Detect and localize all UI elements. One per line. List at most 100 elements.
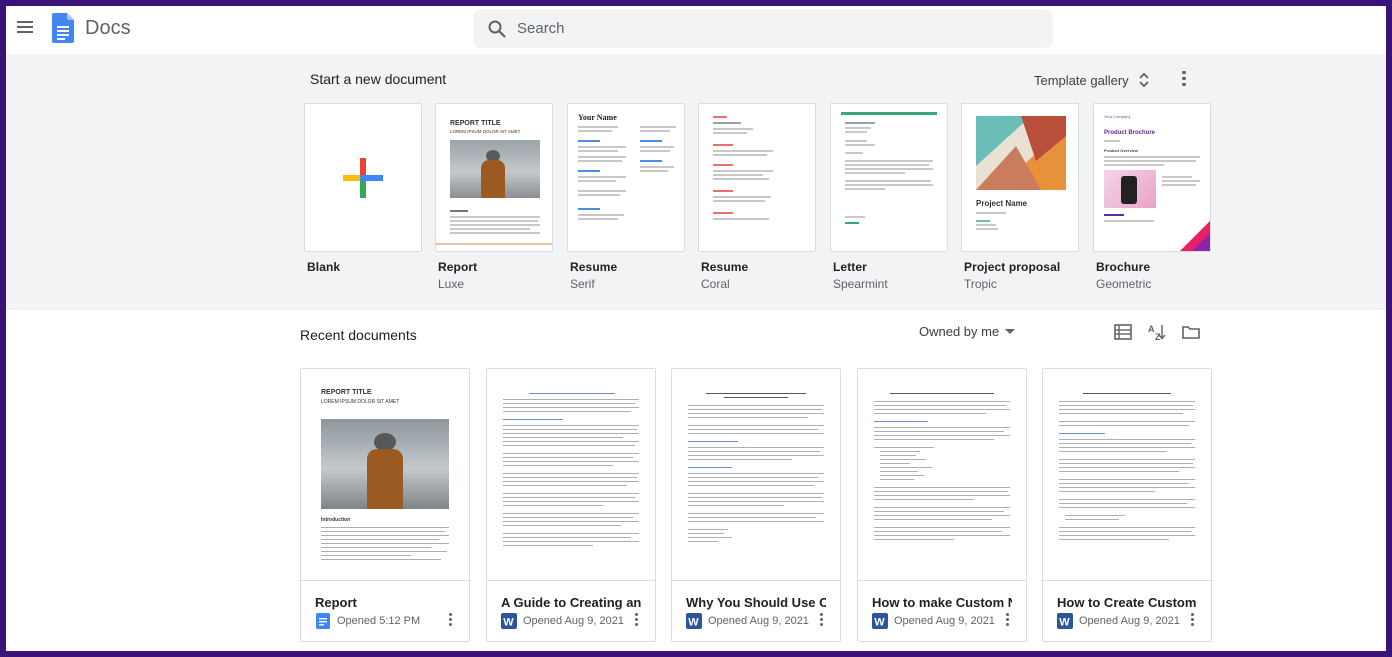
template-resume-coral[interactable]: Resume Coral — [698, 103, 816, 291]
template-name: Report — [438, 260, 478, 274]
svg-text:W: W — [1059, 617, 1070, 629]
template-name: Letter — [833, 260, 867, 274]
document-more-options-icon[interactable] — [999, 611, 1015, 631]
recent-documents-title: Recent documents — [300, 327, 417, 343]
document-opened-time: Opened Aug 9, 2021 — [708, 615, 809, 627]
template-style: Luxe — [438, 277, 465, 291]
caret-down-icon — [1005, 329, 1016, 334]
document-thumbnail[interactable] — [858, 369, 1026, 581]
document-meta: Opened 5:12 PM — [315, 613, 420, 629]
thumb-photo — [321, 419, 449, 509]
thumb-report-title: REPORT TITLE — [321, 389, 372, 396]
document-thumbnail[interactable] — [487, 369, 655, 581]
template-gallery-button[interactable]: Template gallery — [1034, 68, 1151, 92]
template-project-proposal-tropic[interactable]: Project Name Project proposal Tropic — [961, 103, 1079, 291]
template-style: Coral — [701, 277, 730, 291]
template-name: Project proposal — [964, 260, 1061, 274]
google-docs-icon — [316, 613, 330, 629]
template-thumbnail[interactable] — [304, 103, 422, 252]
document-thumbnail[interactable] — [672, 369, 840, 581]
template-style: Serif — [570, 277, 595, 291]
recent-document-card[interactable]: REPORT TITLE LOREM IPSUM DOLOR SIT AMET … — [300, 368, 470, 642]
thumb-resume-name: Your Name — [578, 113, 617, 122]
recent-document-card[interactable]: How to Create Custom Vinyl Stickers W Op… — [1042, 368, 1212, 642]
word-file-icon: W — [686, 613, 702, 629]
word-file-icon: W — [872, 613, 888, 629]
app-title[interactable]: Docs — [85, 17, 131, 40]
thumb-corner-decoration — [1180, 221, 1210, 251]
template-gallery-label: Template gallery — [1034, 72, 1129, 88]
document-opened-time: Opened Aug 9, 2021 — [1079, 615, 1180, 627]
template-name: Blank — [307, 260, 341, 274]
document-more-options-icon[interactable] — [442, 611, 458, 631]
recent-document-card[interactable]: A Guide to Creating and Using Custom Nai… — [486, 368, 656, 642]
document-title[interactable]: Why You Should Use Custom Nail Stickers — [686, 595, 826, 610]
app-window: Docs Start a new document Template galle… — [6, 6, 1386, 651]
template-thumbnail[interactable]: Your Company Product Brochure Product Ov… — [1093, 103, 1211, 252]
document-more-options-icon[interactable] — [813, 611, 829, 631]
recent-document-card[interactable]: Why You Should Use Custom Nail Stickers … — [671, 368, 841, 642]
docs-logo-icon[interactable] — [52, 13, 74, 43]
thumb-company: Your Company — [1104, 114, 1131, 119]
owner-filter-dropdown[interactable]: Owned by me — [919, 324, 1016, 339]
document-meta: W Opened Aug 9, 2021 — [1057, 613, 1180, 629]
thumb-report-subtitle: LOREM IPSUM DOLOR SIT AMET — [321, 399, 400, 405]
thumb-overview: Product Overview — [1104, 148, 1139, 153]
document-title[interactable]: A Guide to Creating and Using Custom Nai… — [501, 595, 641, 610]
template-name: Brochure — [1096, 260, 1151, 274]
svg-text:A: A — [1148, 324, 1155, 334]
document-opened-time: Opened Aug 9, 2021 — [894, 615, 995, 627]
template-report-luxe[interactable]: REPORT TITLE LOREM IPSUM DOLOR SIT AMET … — [435, 103, 553, 291]
thumb-report-subtitle: LOREM IPSUM DOLOR SIT AMET — [450, 129, 521, 134]
svg-text:W: W — [503, 617, 514, 629]
more-options-icon[interactable] — [1176, 68, 1192, 90]
document-thumbnail[interactable] — [1043, 369, 1211, 581]
thumb-report-title: REPORT TITLE — [450, 120, 501, 127]
template-letter-spearmint[interactable]: Letter Spearmint — [830, 103, 948, 291]
document-title[interactable]: How to make Custom Nail Stickers — [872, 595, 1012, 610]
template-brochure-geometric[interactable]: Your Company Product Brochure Product Ov… — [1093, 103, 1211, 291]
sort-az-icon[interactable]: A Z — [1147, 322, 1167, 342]
main-menu-icon[interactable] — [14, 17, 36, 39]
template-blank[interactable]: Blank — [304, 103, 422, 274]
template-style: Geometric — [1096, 277, 1152, 291]
recent-document-card[interactable]: How to make Custom Nail Stickers W Opene… — [857, 368, 1027, 642]
template-thumbnail[interactable] — [698, 103, 816, 252]
thumb-project-name: Project Name — [976, 199, 1028, 208]
start-new-document-title: Start a new document — [310, 71, 447, 87]
document-meta: W Opened Aug 9, 2021 — [501, 613, 624, 629]
template-name: Resume — [701, 260, 749, 274]
search-icon[interactable] — [487, 19, 507, 39]
svg-text:W: W — [874, 617, 885, 629]
document-thumbnail[interactable]: REPORT TITLE LOREM IPSUM DOLOR SIT AMET … — [301, 369, 469, 581]
document-title[interactable]: Report — [315, 595, 455, 610]
search-bar[interactable] — [473, 9, 1053, 48]
template-name: Resume — [570, 260, 618, 274]
document-more-options-icon[interactable] — [628, 611, 644, 631]
thumb-photo — [450, 140, 540, 198]
template-style: Tropic — [964, 277, 997, 291]
templates-section: Start a new document Template gallery Bl… — [6, 54, 1386, 310]
document-opened-time: Opened 5:12 PM — [337, 615, 421, 627]
template-resume-serif[interactable]: Your Name Resume Serif — [567, 103, 685, 291]
template-thumbnail[interactable]: Your Name — [567, 103, 685, 252]
document-title[interactable]: How to Create Custom Vinyl Stickers — [1057, 595, 1197, 610]
template-thumbnail[interactable]: REPORT TITLE LOREM IPSUM DOLOR SIT AMET — [435, 103, 553, 252]
document-meta: W Opened Aug 9, 2021 — [686, 613, 809, 629]
document-more-options-icon[interactable] — [1184, 611, 1200, 631]
document-meta: W Opened Aug 9, 2021 — [872, 613, 995, 629]
thumb-brochure-title: Product Brochure — [1104, 130, 1156, 136]
list-view-icon[interactable] — [1113, 322, 1133, 342]
folder-icon[interactable] — [1181, 322, 1201, 342]
word-file-icon: W — [1057, 613, 1073, 629]
thumb-geometric-art — [976, 116, 1066, 190]
owner-filter-label: Owned by me — [919, 324, 1000, 339]
thumb-report-intro: Introduction — [321, 517, 351, 523]
plus-icon — [343, 158, 383, 198]
template-style: Spearmint — [833, 277, 888, 291]
unfold-more-icon — [1139, 72, 1149, 88]
word-file-icon: W — [501, 613, 517, 629]
template-thumbnail[interactable] — [830, 103, 948, 252]
template-thumbnail[interactable]: Project Name — [961, 103, 1079, 252]
search-input[interactable] — [517, 9, 1037, 48]
